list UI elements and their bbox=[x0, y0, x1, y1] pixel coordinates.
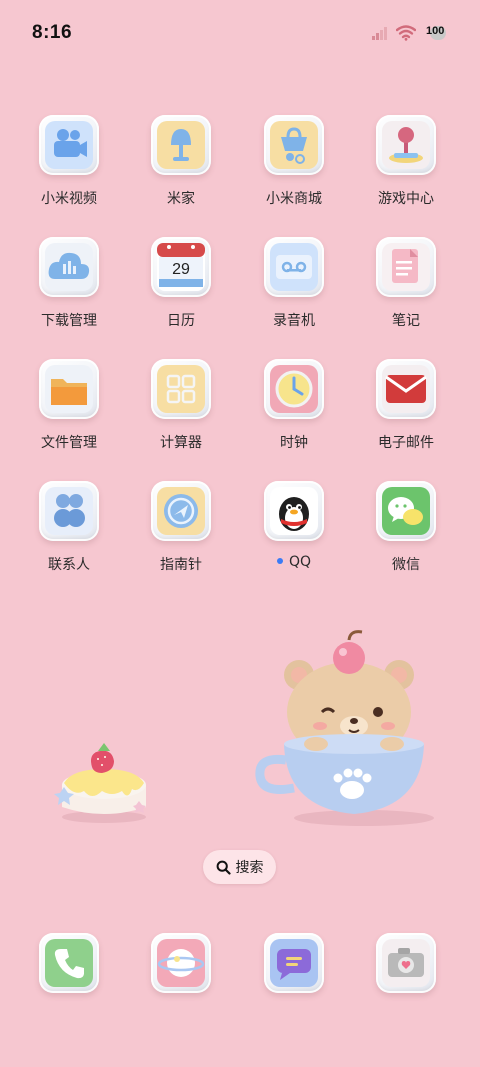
battery-level: 100 bbox=[426, 25, 445, 37]
new-indicator-dot bbox=[276, 558, 283, 564]
app-label: 小米商城 bbox=[266, 191, 322, 207]
video-camera-icon bbox=[39, 115, 99, 175]
recorder-icon bbox=[264, 237, 324, 297]
app-label: 指南针 bbox=[160, 557, 202, 573]
app-label: QQ bbox=[239, 554, 349, 570]
app-calculator[interactable]: 计算器 bbox=[126, 356, 236, 466]
app-qq[interactable]: QQ bbox=[239, 478, 349, 588]
compass-icon bbox=[151, 481, 211, 541]
dock-messages[interactable] bbox=[239, 930, 349, 1000]
app-label: 时钟 bbox=[280, 435, 308, 451]
battery-icon: 100 bbox=[424, 24, 446, 42]
app-label: 下载管理 bbox=[41, 313, 97, 329]
dock-camera[interactable] bbox=[351, 930, 461, 1000]
camera-icon bbox=[376, 933, 436, 993]
app-label: 计算器 bbox=[160, 435, 202, 451]
dock-browser[interactable] bbox=[126, 930, 236, 1000]
calendar-icon: 29 bbox=[151, 237, 211, 297]
mail-icon bbox=[376, 359, 436, 419]
app-calendar[interactable]: 29 日历 bbox=[126, 234, 236, 344]
app-downloads[interactable]: 下载管理 bbox=[14, 234, 124, 344]
wifi-icon bbox=[396, 25, 416, 41]
app-mi-video[interactable]: 小米视频 bbox=[14, 112, 124, 222]
phone-icon bbox=[39, 933, 99, 993]
app-compass[interactable]: 指南针 bbox=[126, 478, 236, 588]
app-recorder[interactable]: 录音机 bbox=[239, 234, 349, 344]
app-label: 小米视频 bbox=[41, 191, 97, 207]
app-label: 文件管理 bbox=[41, 435, 97, 451]
dock bbox=[0, 930, 480, 1000]
app-mijia[interactable]: 米家 bbox=[126, 112, 236, 222]
penguin-icon bbox=[264, 481, 324, 541]
app-file-manager[interactable]: 文件管理 bbox=[14, 356, 124, 466]
calendar-date: 29 bbox=[172, 261, 190, 278]
dock-phone[interactable] bbox=[14, 930, 124, 1000]
note-icon bbox=[376, 237, 436, 297]
wechat-icon bbox=[376, 481, 436, 541]
folder-icon bbox=[39, 359, 99, 419]
app-label: 电子邮件 bbox=[378, 435, 434, 451]
calculator-icon bbox=[151, 359, 211, 419]
app-label: 联系人 bbox=[48, 557, 90, 573]
clock-time: 8:16 bbox=[32, 22, 73, 43]
shopping-bag-icon bbox=[264, 115, 324, 175]
browser-planet-icon bbox=[151, 933, 211, 993]
joystick-icon bbox=[376, 115, 436, 175]
lamp-icon bbox=[151, 115, 211, 175]
status-icons: 100 bbox=[372, 24, 446, 42]
app-wechat[interactable]: 微信 bbox=[351, 478, 461, 588]
app-game-center[interactable]: 游戏中心 bbox=[351, 112, 461, 222]
app-notes[interactable]: 笔记 bbox=[351, 234, 461, 344]
status-bar: 8:16 100 bbox=[0, 0, 480, 70]
messages-icon bbox=[264, 933, 324, 993]
app-label: 日历 bbox=[167, 313, 195, 329]
app-label: 录音机 bbox=[273, 313, 315, 329]
search-button[interactable]: 搜索 bbox=[203, 850, 276, 884]
app-clock[interactable]: 时钟 bbox=[239, 356, 349, 466]
bear-teacup-decoration bbox=[255, 630, 434, 826]
app-contacts[interactable]: 联系人 bbox=[14, 478, 124, 588]
contacts-icon bbox=[39, 481, 99, 541]
clock-icon bbox=[264, 359, 324, 419]
app-label: 微信 bbox=[392, 557, 420, 573]
signal-icon bbox=[372, 27, 387, 40]
app-mi-store[interactable]: 小米商城 bbox=[239, 112, 349, 222]
search-label: 搜索 bbox=[235, 860, 264, 876]
app-label: 游戏中心 bbox=[378, 191, 434, 207]
cake-decoration bbox=[54, 743, 146, 823]
app-label: 笔记 bbox=[392, 313, 420, 329]
app-email[interactable]: 电子邮件 bbox=[351, 356, 461, 466]
cloud-download-icon bbox=[39, 237, 99, 297]
search-icon bbox=[216, 860, 231, 875]
app-label: 米家 bbox=[167, 191, 195, 207]
app-label-text: QQ bbox=[288, 554, 312, 570]
